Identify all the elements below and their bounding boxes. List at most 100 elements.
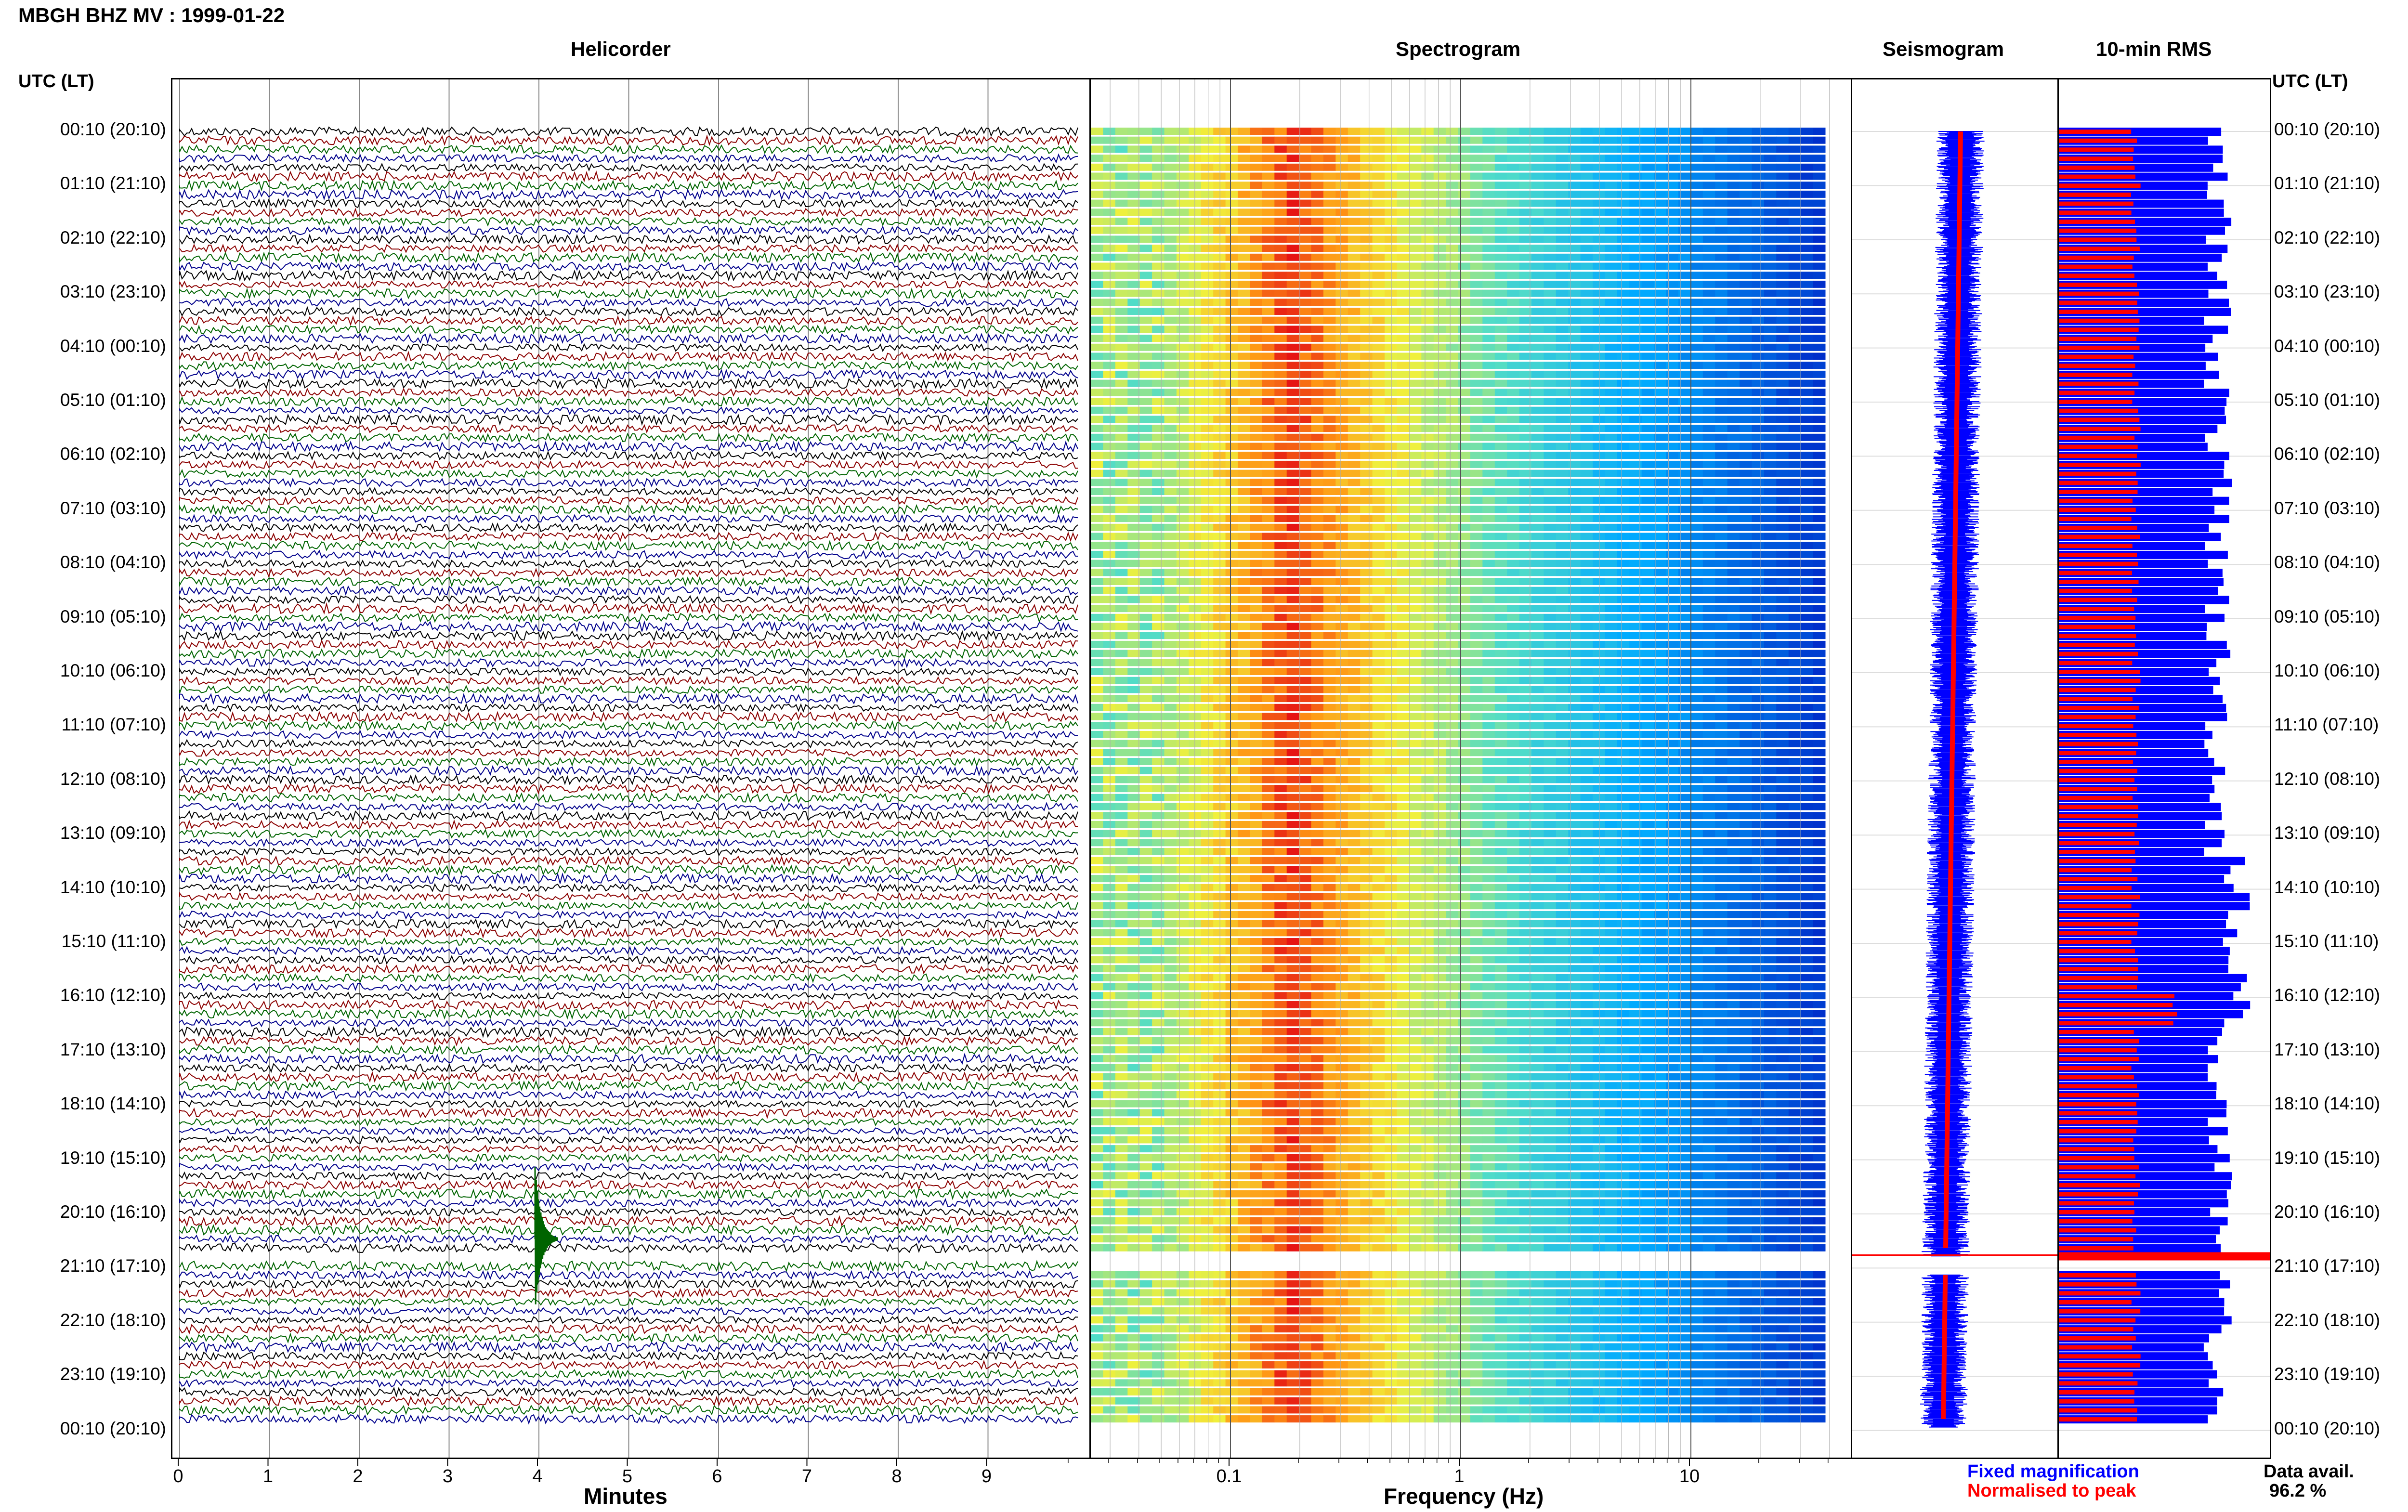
rms-bar-normalised xyxy=(2059,949,2135,953)
time-label: 16:10 (12:10) xyxy=(60,985,166,1005)
rms-bar-normalised xyxy=(2059,805,2138,809)
utc-label-left: UTC (LT) xyxy=(18,71,94,92)
rms-bar-normalised xyxy=(2059,904,2132,908)
time-label: 10:10 (06:10) xyxy=(2274,661,2380,681)
time-label: 08:10 (04:10) xyxy=(60,552,166,573)
rms-bar-normalised xyxy=(2059,1165,2139,1170)
rms-bar-normalised xyxy=(2059,760,2133,764)
spectrogram-title: Spectrogram xyxy=(1396,38,1520,61)
time-label: 03:10 (23:10) xyxy=(2274,282,2380,302)
rms-bar-normalised xyxy=(2059,364,2135,368)
rms-bar-normalised xyxy=(2059,868,2132,872)
time-label: 23:10 (19:10) xyxy=(60,1364,166,1384)
time-label: 00:10 (20:10) xyxy=(60,1419,166,1439)
rms-bar-normalised xyxy=(2059,778,2134,782)
rms-bar-normalised xyxy=(2059,1012,2177,1017)
time-label: 12:10 (08:10) xyxy=(2274,769,2380,789)
rms-bar-normalised xyxy=(2059,913,2139,917)
rms-bar-normalised xyxy=(2059,769,2137,773)
rms-bar-normalised xyxy=(2059,1354,2141,1358)
rms-bar-normalised xyxy=(2059,220,2135,224)
rms-bar-normalised xyxy=(2059,1309,2140,1314)
rms-bar-normalised xyxy=(2059,463,2141,467)
rms-bar-normalised xyxy=(2059,1066,2132,1070)
rms-bar-normalised xyxy=(2059,607,2134,611)
rms-bar-normalised xyxy=(2059,562,2138,566)
minute-tick-label: 1 xyxy=(263,1466,273,1486)
rms-bar-normalised xyxy=(2059,976,2138,980)
rms-bar-normalised xyxy=(2059,544,2133,548)
rms-bar-normalised xyxy=(2059,147,2133,152)
time-label: 13:10 (09:10) xyxy=(60,823,166,843)
availability-label: Data avail. xyxy=(2264,1461,2354,1482)
rms-bar-normalised xyxy=(2059,327,2139,332)
rms-bar-normalised xyxy=(2059,1084,2137,1088)
time-label: 11:10 (07:10) xyxy=(62,715,166,735)
time-label: 19:10 (15:10) xyxy=(60,1148,166,1168)
rms-bar-normalised xyxy=(2059,130,2131,134)
rms-bar-normalised xyxy=(2059,166,2134,170)
rms-bar-normalised xyxy=(2059,886,2132,890)
time-label: 01:10 (21:10) xyxy=(2274,173,2380,194)
rms-bar-normalised xyxy=(2059,688,2136,692)
rms-bar-normalised xyxy=(2059,751,2136,755)
rms-bar-normalised xyxy=(2059,1039,2139,1043)
rms-title: 10-min RMS xyxy=(2096,38,2212,61)
rms-bar-normalised xyxy=(2059,1210,2134,1214)
rms-bar-normalised xyxy=(2059,193,2131,197)
time-label: 07:10 (03:10) xyxy=(2274,498,2380,519)
rms-bar-normalised xyxy=(2059,400,2132,404)
legend-fixed: Fixed magnification xyxy=(1967,1461,2139,1482)
rms-bar-normalised xyxy=(2059,571,2132,575)
minute-tick-label: 7 xyxy=(802,1466,812,1486)
rms-bar-normalised xyxy=(2059,850,2135,854)
minute-tick-label: 3 xyxy=(443,1466,453,1486)
page-title: MBGH BHZ MV : 1999-01-22 xyxy=(18,4,285,27)
frequency-tick-label: 10 xyxy=(1679,1466,1700,1486)
rms-bar-normalised xyxy=(2059,1102,2136,1107)
time-label: 12:10 (08:10) xyxy=(60,769,166,789)
rms-bar-normalised xyxy=(2059,1228,2136,1232)
rms-bar-normalised xyxy=(2059,625,2135,629)
time-label: 06:10 (02:10) xyxy=(60,444,166,464)
rms-bar-normalised xyxy=(2059,1183,2140,1187)
rms-bar-normalised xyxy=(2059,985,2137,990)
rms-bar-normalised xyxy=(2059,553,2137,557)
rms-bar-normalised xyxy=(2059,643,2135,647)
time-label: 09:10 (05:10) xyxy=(2274,607,2380,627)
time-label: 01:10 (21:10) xyxy=(60,173,166,194)
time-label: 00:10 (20:10) xyxy=(2274,119,2380,140)
rms-bar-normalised xyxy=(2059,490,2138,494)
rms-bar-normalised xyxy=(2059,1021,2173,1025)
minute-tick-label: 4 xyxy=(532,1466,542,1486)
helicorder-title: Helicorder xyxy=(571,38,671,61)
spectrogram-plot xyxy=(1091,79,1851,1458)
rms-bar-normalised xyxy=(2059,183,2141,188)
rms-bar-normalised xyxy=(2059,427,2141,431)
rms-bar-normalised xyxy=(2059,814,2138,818)
rms-bar-normalised xyxy=(2059,508,2136,512)
rms-bar-normalised xyxy=(2059,1381,2137,1385)
time-label: 14:10 (10:10) xyxy=(2274,877,2380,898)
seismogram-title: Seismogram xyxy=(1883,38,2004,61)
rms-bar-normalised xyxy=(2059,1318,2135,1322)
rms-bar-normalised xyxy=(2059,202,2133,206)
time-label: 00:10 (20:10) xyxy=(2274,1419,2380,1439)
rms-bar-normalised xyxy=(2059,274,2134,278)
rms-bar-normalised xyxy=(2059,1075,2134,1080)
rms-gap-bar xyxy=(2059,1252,2270,1261)
rms-bar-normalised xyxy=(2059,1174,2135,1178)
time-label: 11:10 (07:10) xyxy=(2274,715,2379,735)
minute-tick-label: 9 xyxy=(982,1466,992,1486)
time-label: 02:10 (22:10) xyxy=(60,228,166,248)
rms-bar-normalised xyxy=(2059,994,2174,998)
rms-bar-normalised xyxy=(2059,679,2141,683)
rms-bar-normalised xyxy=(2059,1246,2133,1251)
time-label: 21:10 (17:10) xyxy=(2274,1256,2380,1276)
rms-bar-normalised xyxy=(2059,634,2136,638)
rms-bar-normalised xyxy=(2059,1030,2134,1034)
time-label: 15:10 (11:10) xyxy=(62,931,166,952)
rms-bar-normalised xyxy=(2059,1003,2172,1007)
time-label: 20:10 (16:10) xyxy=(60,1202,166,1222)
rms-bar-normalised xyxy=(2059,724,2133,728)
